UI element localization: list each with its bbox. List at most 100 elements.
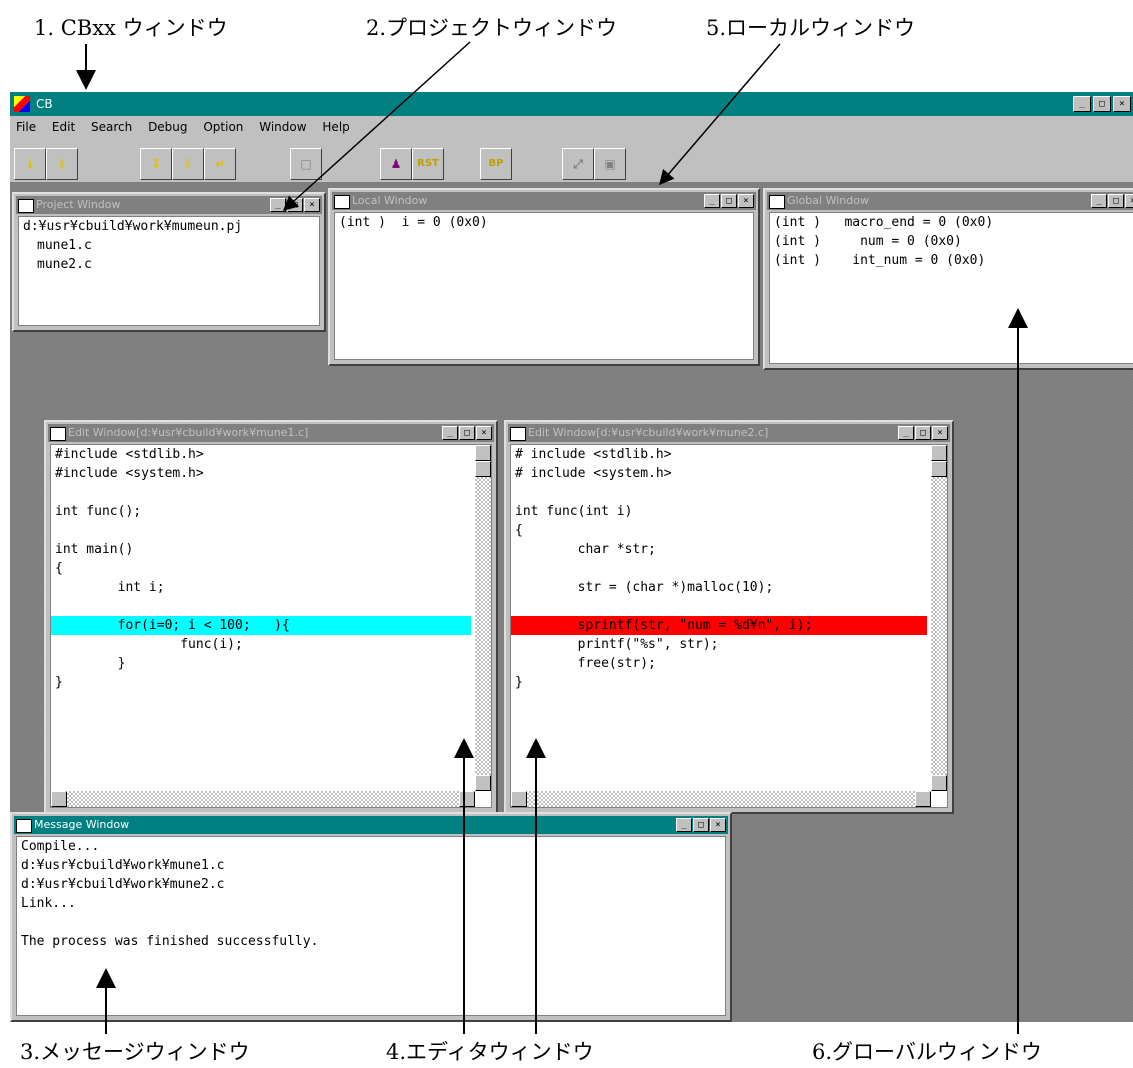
maximize-button[interactable]: □ [287, 198, 303, 212]
project-file[interactable]: d:¥usr¥cbuild¥work¥mumeun.pj [19, 217, 319, 236]
minimize-button[interactable]: _ [676, 818, 692, 832]
go-reset-icon[interactable]: ⇓ [46, 148, 78, 180]
breakpoint-line[interactable]: sprintf(str, "num = %d¥n", i); [511, 616, 927, 635]
code-line[interactable]: #include <system.h> [51, 464, 491, 483]
code-line[interactable]: } [51, 654, 491, 673]
editor-titlebar[interactable]: Edit Window[d:¥usr¥cbuild¥work¥mune2.c] … [508, 424, 950, 442]
vertical-scrollbar[interactable] [931, 445, 947, 791]
bp-button[interactable]: BP [480, 148, 512, 180]
menu-edit[interactable]: Edit [46, 116, 81, 138]
code-line[interactable]: int func(int i) [511, 502, 947, 521]
app-icon[interactable] [14, 96, 30, 112]
code-line[interactable]: printf("%s", str); [511, 635, 947, 654]
local-variable[interactable]: (int ) i = 0 (0x0) [335, 213, 753, 232]
menu-option[interactable]: Option [197, 116, 249, 138]
project-window-titlebar[interactable]: Project Window _ □ × [16, 196, 322, 214]
scroll-thumb[interactable] [475, 461, 491, 477]
close-button[interactable]: × [304, 198, 320, 212]
local-window[interactable]: Local Window _ □ × (int ) i = 0 (0x0) [328, 188, 760, 366]
scroll-up-button[interactable] [475, 445, 491, 461]
code-line[interactable]: char *str; [511, 540, 947, 559]
editor-window-1[interactable]: Edit Window[d:¥usr¥cbuild¥work¥mune1.c] … [44, 420, 498, 814]
code-line[interactable]: { [511, 521, 947, 540]
code-line[interactable] [51, 597, 491, 616]
tool-icon[interactable]: ⤢ [562, 148, 594, 180]
close-button[interactable]: × [710, 818, 726, 832]
scroll-right-button[interactable] [915, 791, 931, 807]
minimize-button[interactable]: _ [1091, 194, 1107, 208]
close-button[interactable]: × [738, 194, 754, 208]
current-pc-line[interactable]: for(i=0; i < 100; ){ [51, 616, 471, 635]
minimize-button[interactable]: _ [704, 194, 720, 208]
code-line[interactable]: func(i); [51, 635, 491, 654]
scroll-down-button[interactable] [475, 775, 491, 791]
chart-icon[interactable]: ▣ [594, 148, 626, 180]
minimize-button[interactable]: _ [898, 426, 914, 440]
step-over-icon[interactable]: ⇩ [172, 148, 204, 180]
project-window[interactable]: Project Window _ □ × d:¥usr¥cbuild¥work¥mu… [12, 192, 326, 332]
source-file[interactable]: mune2.c [19, 255, 319, 274]
global-window[interactable]: Global Window _ □ × (int ) macro_end = 0 (… [763, 188, 1133, 370]
maximize-button[interactable]: □ [1093, 96, 1111, 112]
close-button[interactable]: × [476, 426, 492, 440]
code-line[interactable]: int func(); [51, 502, 491, 521]
menu-help[interactable]: Help [316, 116, 355, 138]
project-tree[interactable]: d:¥usr¥cbuild¥work¥mumeun.pj mune1.c mun… [18, 216, 320, 326]
message-window-titlebar[interactable]: Message Window _ □ × [14, 816, 728, 834]
code-line[interactable]: int i; [51, 578, 491, 597]
code-line[interactable]: free(str); [511, 654, 947, 673]
code-line[interactable]: { [51, 559, 491, 578]
message-window[interactable]: Message Window _ □ × Compile... d:¥usr¥cbu… [10, 812, 732, 1022]
scroll-up-button[interactable] [931, 445, 947, 461]
code-line[interactable]: str = (char *)malloc(10); [511, 578, 947, 597]
minimize-button[interactable]: _ [270, 198, 286, 212]
code-line[interactable] [511, 483, 947, 502]
code-editor[interactable]: # include <stdlib.h> # include <system.h… [510, 444, 948, 808]
code-editor[interactable]: #include <stdlib.h> #include <system.h> … [50, 444, 492, 808]
target-icon[interactable]: ♟ [380, 148, 412, 180]
scroll-left-button[interactable] [511, 791, 527, 807]
scroll-left-button[interactable] [51, 791, 67, 807]
minimize-button[interactable]: _ [442, 426, 458, 440]
code-line[interactable]: # include <system.h> [511, 464, 947, 483]
maximize-button[interactable]: □ [459, 426, 475, 440]
code-line[interactable] [51, 521, 491, 540]
code-line[interactable] [511, 559, 947, 578]
code-line[interactable] [511, 597, 947, 616]
rst-button[interactable]: RST [412, 148, 444, 180]
maximize-button[interactable]: □ [693, 818, 709, 832]
global-variable[interactable]: (int ) macro_end = 0 (0x0) [770, 213, 1133, 232]
code-line[interactable] [51, 483, 491, 502]
code-line[interactable]: # include <stdlib.h> [511, 445, 947, 464]
close-button[interactable]: × [932, 426, 948, 440]
source-file[interactable]: mune1.c [19, 236, 319, 255]
vertical-scrollbar[interactable] [475, 445, 491, 791]
code-line[interactable]: } [51, 673, 491, 692]
go-icon[interactable]: ↓ [14, 148, 46, 180]
stop-icon[interactable]: □ [290, 148, 322, 180]
close-button[interactable]: × [1113, 96, 1131, 112]
local-window-titlebar[interactable]: Local Window _ □ × [332, 192, 756, 210]
scroll-down-button[interactable] [931, 775, 947, 791]
close-button[interactable]: × [1125, 194, 1133, 208]
app-titlebar[interactable]: CB _ □ × [10, 92, 1133, 116]
global-variable-list[interactable]: (int ) macro_end = 0 (0x0) (int ) num = … [769, 212, 1133, 364]
minimize-button[interactable]: _ [1073, 96, 1091, 112]
menu-debug[interactable]: Debug [142, 116, 193, 138]
menu-file[interactable]: File [10, 116, 42, 138]
code-line[interactable]: int main() [51, 540, 491, 559]
menu-search[interactable]: Search [85, 116, 138, 138]
maximize-button[interactable]: □ [1108, 194, 1124, 208]
menu-window[interactable]: Window [253, 116, 312, 138]
horizontal-scrollbar[interactable] [51, 791, 475, 807]
maximize-button[interactable]: □ [915, 426, 931, 440]
editor-titlebar[interactable]: Edit Window[d:¥usr¥cbuild¥work¥mune1.c] … [48, 424, 494, 442]
horizontal-scrollbar[interactable] [511, 791, 931, 807]
editor-window-2[interactable]: Edit Window[d:¥usr¥cbuild¥work¥mune2.c] … [504, 420, 954, 814]
message-output[interactable]: Compile... d:¥usr¥cbuild¥work¥mune1.c d:… [16, 836, 726, 1016]
local-variable-list[interactable]: (int ) i = 0 (0x0) [334, 212, 754, 360]
maximize-button[interactable]: □ [721, 194, 737, 208]
global-variable[interactable]: (int ) int_num = 0 (0x0) [770, 251, 1133, 270]
step-in-icon[interactable]: ↧ [140, 148, 172, 180]
global-variable[interactable]: (int ) num = 0 (0x0) [770, 232, 1133, 251]
